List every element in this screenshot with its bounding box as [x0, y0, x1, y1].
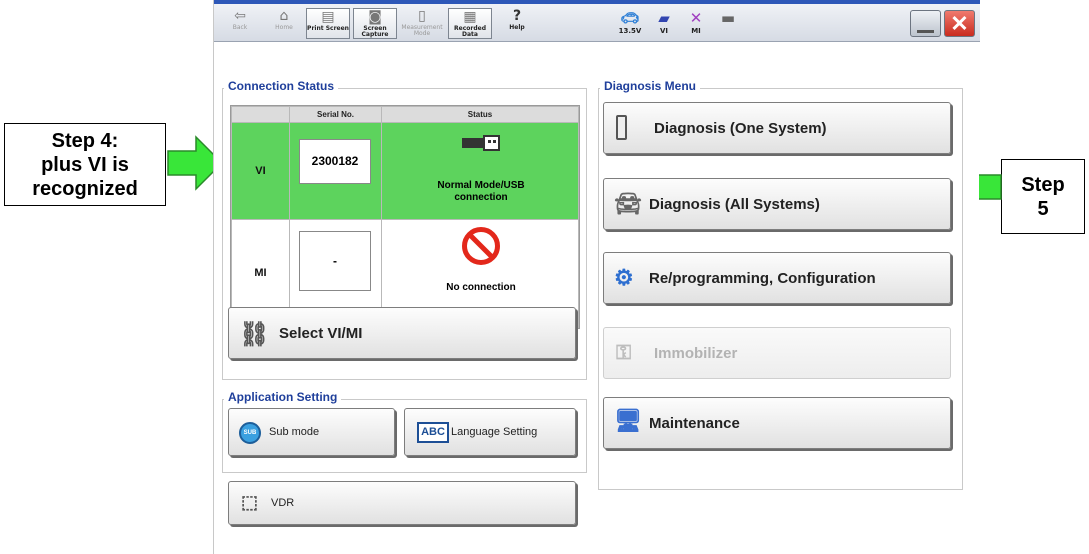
reprogramming-configuration-button[interactable]: ⚙ Re/programming, Configuration [603, 252, 951, 304]
help-icon: ? [512, 8, 522, 24]
vi-status-text: Normal Mode/USB connection [437, 180, 525, 203]
mi-serial-number: - [333, 254, 337, 268]
language-setting-button[interactable]: ABC Language Setting [404, 408, 576, 456]
home-label: Home [275, 24, 293, 31]
home-button[interactable]: ⌂ Home [262, 8, 306, 39]
recorded-data-button[interactable]: ▦ Recorded Data [448, 8, 492, 39]
diagnosis-one-system-label: Diagnosis (One System) [654, 119, 827, 137]
back-button[interactable]: ⇦ Back [218, 8, 262, 39]
print-screen-button[interactable]: ▤ Print Screen [306, 8, 350, 39]
vi-indicator-label: VI [659, 27, 669, 35]
abc-icon: ABC [417, 422, 449, 443]
battery-voltage-indicator: 🚗︎ 13.5V [615, 9, 645, 37]
mi-disconnected-icon: ✕ [689, 9, 703, 27]
mi-indicator: ✕ MI [681, 9, 711, 37]
sub-mode-icon: SUB [239, 422, 261, 444]
help-button[interactable]: ? Help [495, 8, 539, 39]
minimize-button[interactable] [910, 10, 941, 37]
usb-connection-icon [462, 135, 500, 151]
recorded-data-icon: ▦ [463, 9, 477, 25]
close-button[interactable]: ✕ [944, 10, 975, 37]
sub-mode-button[interactable]: SUB Sub mode [228, 408, 395, 456]
screen-capture-button[interactable]: ◙ Screen Capture [353, 8, 397, 39]
mi-status-text: No connection [446, 282, 516, 293]
serial-no-header: Serial No. [289, 106, 382, 123]
table-corner [231, 106, 290, 123]
connection-status-table: Serial No. Status VI 2300182 Normal Mode… [230, 105, 580, 329]
diagnosis-all-systems-label: Diagnosis (All Systems) [649, 195, 820, 213]
home-icon: ⌂ [279, 8, 289, 24]
select-vi-mi-button[interactable]: ⛓ Select VI/MI [228, 307, 576, 359]
recorded-data-label: Recorded Data [454, 25, 486, 38]
vi-device-icon: ▰ [658, 9, 670, 27]
mi-row-text: MI [254, 267, 267, 279]
step5-line2: 5 [1037, 198, 1049, 220]
status-header: Status [381, 106, 579, 123]
step5-callout: Step 5 [1001, 159, 1085, 234]
step5-line1: Step [1021, 174, 1065, 196]
mi-indicator-label: MI [691, 27, 701, 35]
ecu-module-icon [616, 115, 627, 140]
immobilizer-icon: ⚿ [616, 342, 632, 364]
select-vi-mi-icon: ⛓ [239, 321, 270, 348]
car-icon: 🚗︎ [620, 9, 640, 27]
minimize-icon [917, 30, 934, 33]
vdr-button[interactable]: ⬚ VDR [228, 481, 576, 525]
device-status-indicator: ▬ [713, 9, 743, 37]
vdr-icon: ⬚ [241, 492, 259, 512]
back-arrow-icon: ⇦ [234, 8, 246, 24]
screen-capture-label: Screen Capture [361, 25, 389, 38]
meter-icon: ▯ [418, 8, 426, 24]
print-screen-label: Print Screen [307, 25, 349, 32]
title-bar-strip [214, 0, 980, 4]
vi-serial-cell: 2300182 [289, 122, 382, 220]
immobilizer-label: Immobilizer [654, 344, 738, 362]
diagnosis-menu-title: Diagnosis Menu [600, 79, 701, 93]
close-icon: ✕ [950, 11, 969, 36]
help-label: Help [509, 24, 525, 31]
step4-line1: Step 4: [51, 130, 119, 152]
language-setting-label: Language Setting [451, 426, 538, 438]
toolbar: ⇦ Back ⌂ Home ▤ Print Screen ◙ Screen Ca… [214, 0, 980, 42]
measurement-mode-label: Measurement Mode [401, 24, 443, 37]
abc-icon-text: ABC [421, 426, 445, 438]
battery-voltage-text: 13.5V [618, 27, 642, 35]
connection-status-title: Connection Status [224, 79, 339, 93]
vi-serial-box: 2300182 [299, 139, 371, 184]
measurement-mode-button[interactable]: ▯ Measurement Mode [400, 8, 444, 39]
reprogramming-configuration-label: Re/programming, Configuration [649, 269, 876, 287]
step4-line2: plus VI is [41, 154, 129, 176]
application-setting-title: Application Setting [224, 390, 342, 404]
no-connection-icon [462, 227, 500, 265]
mi-serial-box: - [299, 231, 371, 291]
back-label: Back [232, 24, 248, 31]
maintenance-button[interactable]: 🖥︎ Maintenance [603, 397, 951, 449]
vi-serial-number: 2300182 [311, 154, 359, 168]
vi-row-label: VI [231, 122, 290, 220]
step4-callout: Step 4: plus VI is recognized [4, 123, 166, 206]
printer-icon: ▤ [321, 9, 335, 25]
maintenance-label: Maintenance [649, 414, 740, 432]
sub-mode-label: Sub mode [269, 426, 320, 438]
reprogramming-icon: ⚙ [614, 265, 634, 290]
vi-status-cell: Normal Mode/USB connection [381, 122, 579, 220]
diagnosis-one-system-button[interactable]: Diagnosis (One System) [603, 102, 951, 154]
device-status-icon: ▬ [720, 9, 736, 27]
vdr-label: VDR [271, 497, 295, 509]
consult-window: ⇦ Back ⌂ Home ▤ Print Screen ◙ Screen Ca… [213, 0, 980, 554]
select-vi-mi-label: Select VI/MI [279, 324, 363, 342]
immobilizer-button[interactable]: ⚿ Immobilizer [603, 327, 951, 379]
vi-row-text: VI [255, 165, 266, 177]
vehicle-systems-icon: 🚘︎ [614, 191, 642, 216]
diagnosis-all-systems-button[interactable]: 🚘︎ Diagnosis (All Systems) [603, 178, 951, 230]
sub-icon-text: SUB [243, 430, 257, 436]
camera-icon: ◙ [368, 9, 382, 25]
step4-line3: recognized [32, 178, 138, 200]
vi-indicator: ▰ VI [649, 9, 679, 37]
maintenance-icon: 🖥︎ [614, 408, 642, 433]
